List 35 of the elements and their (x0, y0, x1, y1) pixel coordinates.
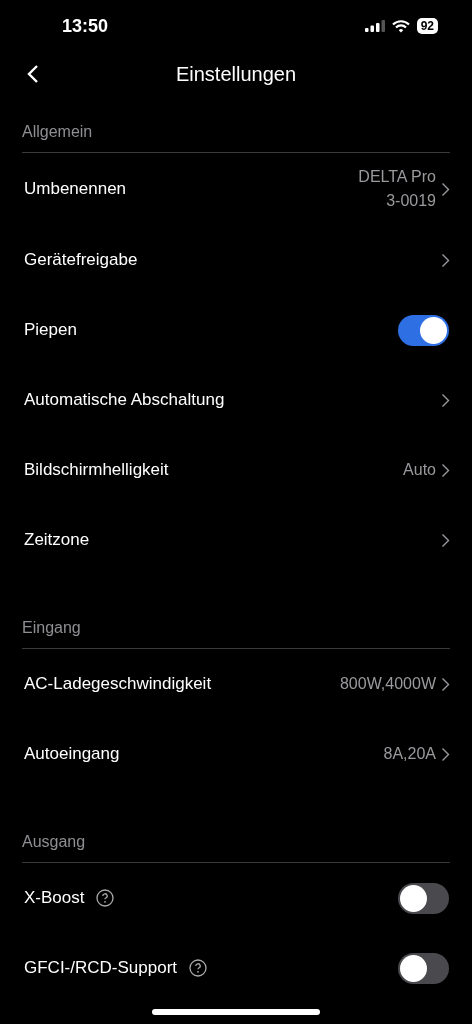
setting-value: DELTA Pro 3-0019 (358, 167, 436, 211)
chevron-right-icon (441, 392, 450, 408)
setting-value: 8A,20A (383, 744, 436, 764)
setting-label: Piepen (24, 320, 77, 340)
setting-label: X-Boost (24, 888, 85, 908)
setting-label[interactable]: Autoeingang (24, 744, 120, 764)
wifi-icon (391, 19, 410, 33)
setting-label[interactable]: Gerätefreigabe (24, 250, 138, 270)
chevron-right-icon (441, 252, 450, 268)
chevron-right-icon (441, 676, 450, 692)
chevron-right-icon (441, 462, 450, 478)
section-header: Allgemein (22, 122, 93, 142)
setting-value: Auto (403, 460, 436, 480)
section-header: Eingang (22, 618, 81, 638)
toggle-switch[interactable] (398, 314, 449, 346)
chevron-right-icon (441, 532, 450, 548)
setting-label[interactable]: Umbenennen (24, 179, 127, 199)
page-title: Einstellungen (175, 62, 297, 86)
setting-label[interactable]: Zeitzone (24, 530, 90, 550)
chevron-right-icon (441, 181, 450, 197)
chevron-right-icon (441, 746, 450, 762)
signal-icon (364, 20, 385, 32)
status-time: 13:50 (62, 15, 109, 37)
setting-label[interactable]: Bildschirmhelligkeit (24, 460, 169, 480)
section-header: Ausgang (22, 832, 86, 852)
battery-level: 92 (416, 18, 438, 34)
setting-label[interactable]: Automatische Abschaltung (24, 390, 225, 410)
back-icon[interactable] (26, 64, 40, 84)
help-icon[interactable] (189, 959, 208, 977)
setting-label[interactable]: AC-Ladegeschwindigkeit (24, 674, 212, 694)
toggle-switch[interactable] (398, 882, 449, 914)
setting-value: 800W,4000W (339, 674, 436, 694)
setting-label: GFCI-/RCD-Support (24, 958, 178, 978)
help-icon[interactable] (96, 889, 115, 907)
toggle-switch[interactable] (398, 952, 449, 984)
